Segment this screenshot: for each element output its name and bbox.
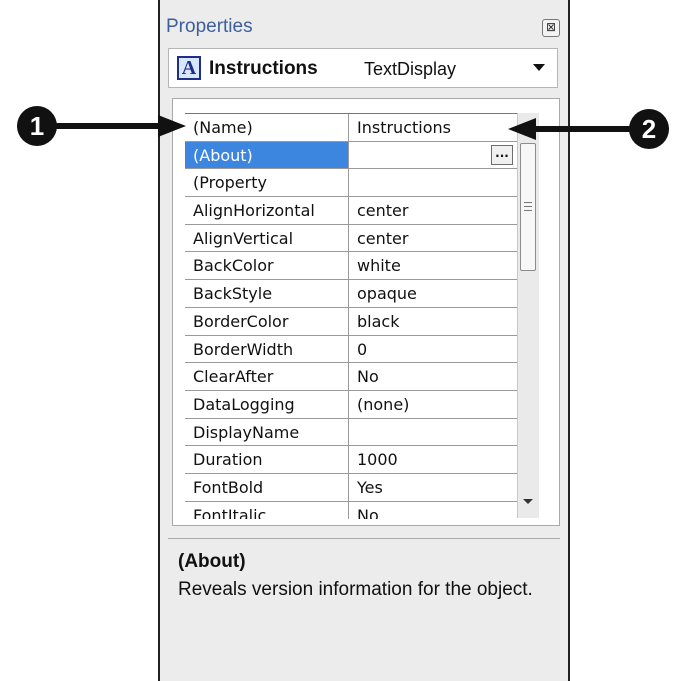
property-value[interactable]: (none)	[349, 391, 517, 418]
property-name[interactable]: AlignVertical	[185, 224, 349, 252]
ellipsis-button[interactable]: ...	[491, 144, 513, 165]
property-row[interactable]: BorderColor black	[185, 307, 517, 336]
property-value[interactable]: 1000	[349, 446, 517, 473]
property-row[interactable]: FontItalic No	[185, 501, 517, 519]
property-value[interactable]: ...	[349, 142, 517, 169]
property-row[interactable]: DisplayName	[185, 418, 517, 447]
property-grid-container: (Name) Instructions (About)... (Property Ali…	[172, 98, 560, 526]
property-row[interactable]: (Name) Instructions	[185, 114, 517, 142]
property-name[interactable]: FontItalic	[185, 501, 349, 519]
grip-line	[524, 210, 532, 211]
scroll-down-arrow-icon[interactable]	[523, 499, 533, 504]
property-row[interactable]: DataLogging (none)	[185, 390, 517, 419]
property-value[interactable]: center	[349, 225, 517, 252]
property-value[interactable]: No	[349, 502, 517, 519]
property-row[interactable]: AlignHorizontal center	[185, 197, 517, 225]
close-icon[interactable]: ⊠	[542, 19, 560, 37]
property-value[interactable]: opaque	[349, 280, 517, 307]
text-display-icon: A	[177, 56, 201, 80]
callout-arrow-1	[54, 115, 186, 137]
panel-titlebar: Properties ⊠	[160, 10, 568, 44]
property-value[interactable]: white	[349, 252, 517, 279]
object-type: TextDisplay	[364, 59, 457, 79]
property-name[interactable]: DisplayName	[185, 418, 349, 446]
property-row[interactable]: Duration 1000	[185, 446, 517, 474]
property-row[interactable]: BackStyle opaque	[185, 280, 517, 308]
property-value[interactable]	[349, 419, 517, 446]
property-row[interactable]: AlignVertical center	[185, 224, 517, 253]
property-name[interactable]: (Name)	[185, 114, 349, 141]
property-row[interactable]: ClearAfter No	[185, 363, 517, 391]
property-row[interactable]: (Property	[185, 169, 517, 198]
property-row[interactable]: (About)...	[185, 141, 517, 170]
object-selector-dropdown[interactable]: A Instructions TextDisplay	[168, 48, 558, 88]
property-name[interactable]: BorderColor	[185, 307, 349, 335]
property-name[interactable]: AlignHorizontal	[185, 197, 349, 224]
property-name[interactable]: BorderWidth	[185, 335, 349, 363]
callout-badge-2: 2	[629, 109, 669, 149]
object-name: Instructions	[209, 58, 318, 79]
grip-line	[524, 202, 532, 203]
property-value[interactable]: Yes	[349, 474, 517, 501]
property-value[interactable]	[349, 169, 517, 196]
property-name[interactable]: (Property	[185, 169, 349, 197]
grip-line	[524, 206, 532, 207]
property-row[interactable]: BorderWidth 0	[185, 335, 517, 364]
property-name[interactable]: Duration	[185, 446, 349, 473]
callout-badge-1: 1	[17, 106, 57, 146]
panel-title: Properties	[166, 16, 253, 37]
properties-panel: Properties ⊠ A Instructions TextDisplay …	[158, 0, 570, 681]
chevron-down-icon[interactable]	[533, 64, 545, 71]
property-grid: (Name) Instructions (About)... (Property Ali…	[185, 113, 517, 519]
property-name[interactable]: ClearAfter	[185, 363, 349, 390]
property-value[interactable]: center	[349, 197, 517, 224]
property-value[interactable]: 0	[349, 336, 517, 363]
property-name[interactable]: DataLogging	[185, 390, 349, 418]
property-value[interactable]: No	[349, 363, 517, 390]
property-name[interactable]: BackStyle	[185, 280, 349, 307]
property-name[interactable]: BackColor	[185, 252, 349, 280]
scroll-thumb[interactable]	[520, 143, 536, 271]
vertical-scrollbar[interactable]	[517, 113, 539, 518]
callout-arrow-2	[508, 118, 632, 140]
description-pane: (About) Reveals version information for …	[168, 538, 560, 681]
property-name[interactable]: FontBold	[185, 473, 349, 501]
property-row[interactable]: BackColor white	[185, 252, 517, 281]
property-name[interactable]: (About)	[185, 141, 349, 169]
description-title: (About)	[178, 551, 246, 572]
property-row[interactable]: FontBold Yes	[185, 473, 517, 502]
property-value[interactable]: Instructions	[349, 114, 517, 141]
property-value[interactable]: black	[349, 308, 517, 335]
description-text: Reveals version information for the obje…	[178, 579, 533, 600]
